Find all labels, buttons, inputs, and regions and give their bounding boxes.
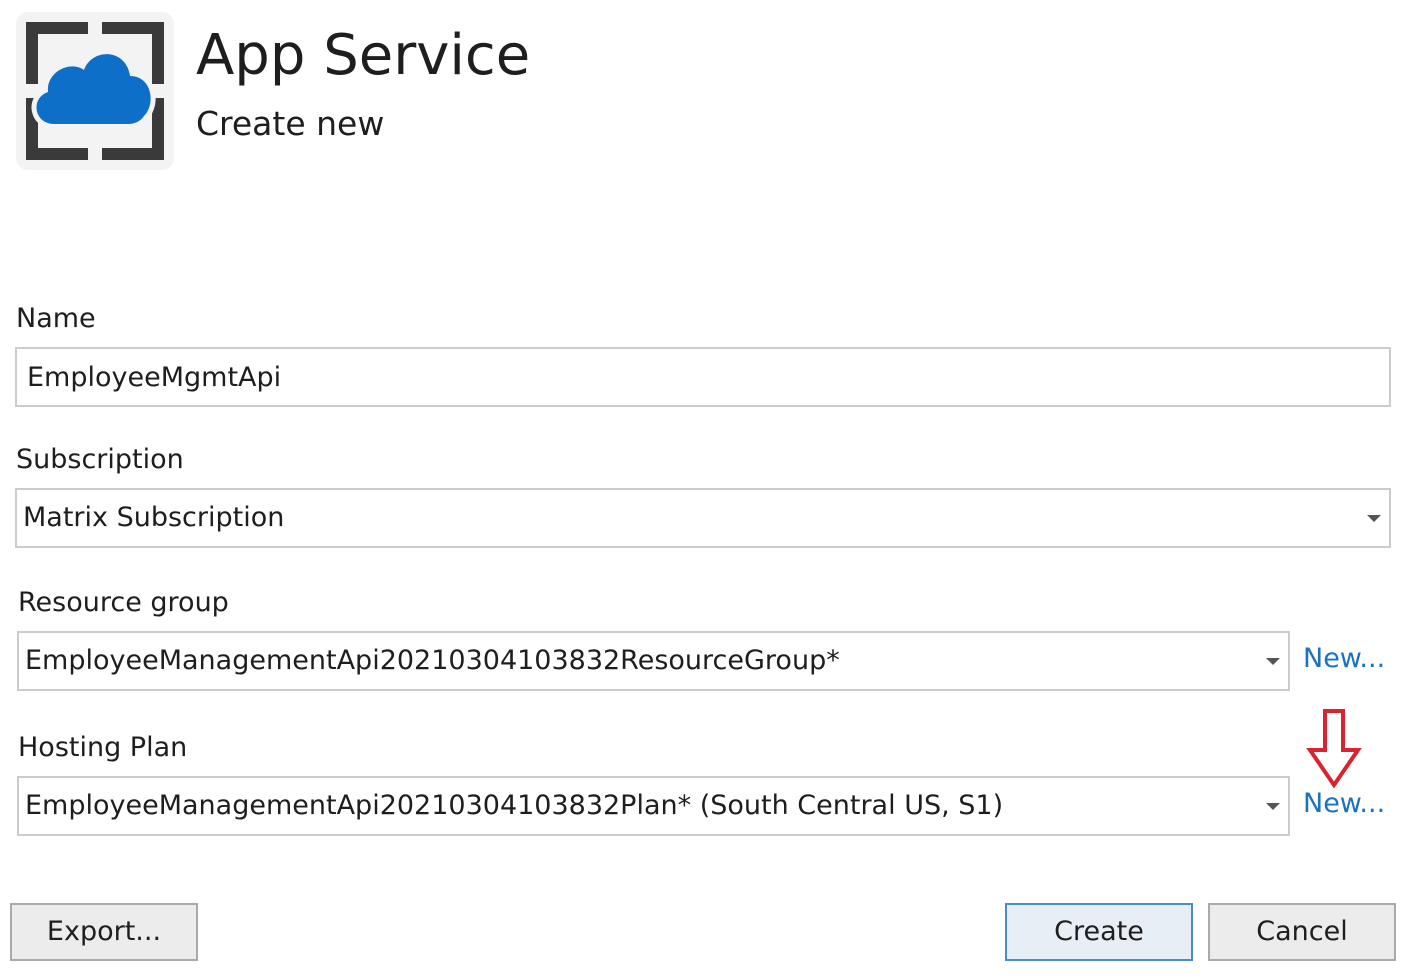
hosting-plan-label: Hosting Plan [18, 732, 188, 763]
hosting-plan-selected-value: EmployeeManagementApi20210304103832Plan*… [25, 790, 1004, 821]
name-label: Name [16, 303, 96, 334]
resource-group-selected-value: EmployeeManagementApi20210304103832Resou… [25, 645, 840, 676]
create-button[interactable]: Create [1005, 903, 1193, 961]
name-field-container [15, 347, 1391, 407]
hosting-plan-dropdown[interactable]: EmployeeManagementApi20210304103832Plan*… [17, 776, 1290, 836]
arrow-down-icon [1306, 708, 1362, 792]
subscription-label: Subscription [16, 444, 184, 475]
subscription-dropdown[interactable]: Matrix Subscription [15, 488, 1391, 548]
app-service-create-dialog: App Service Create new Name Subscription… [0, 0, 1420, 980]
new-hosting-plan-link[interactable]: New... [1303, 787, 1385, 821]
chevron-down-icon [1266, 658, 1280, 665]
chevron-down-icon [1367, 515, 1381, 522]
new-resource-group-link[interactable]: New... [1303, 642, 1385, 676]
export-button[interactable]: Export... [10, 903, 198, 961]
subscription-selected-value: Matrix Subscription [23, 502, 285, 533]
page-title: App Service [196, 23, 531, 88]
cancel-button[interactable]: Cancel [1208, 903, 1396, 961]
app-service-cloud-icon [26, 22, 164, 160]
resource-group-dropdown[interactable]: EmployeeManagementApi20210304103832Resou… [17, 631, 1290, 691]
page-subtitle: Create new [196, 104, 385, 143]
resource-group-label: Resource group [18, 587, 229, 618]
chevron-down-icon [1266, 803, 1280, 810]
app-service-logo [16, 12, 174, 170]
name-input[interactable] [17, 349, 1389, 405]
